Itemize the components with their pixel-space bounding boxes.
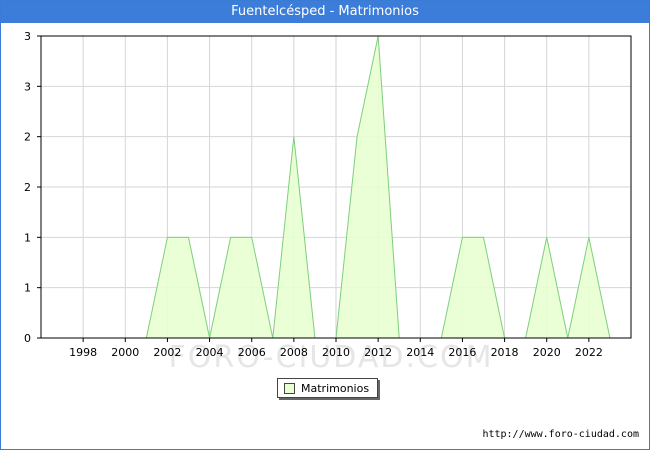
chart-frame: Fuentelcésped - Matrimonios FORO-CIUDAD.… [0, 0, 650, 450]
x-tick-label: 1998 [69, 346, 97, 359]
y-tick-label: 0 [24, 332, 31, 345]
x-tick-label: 2014 [406, 346, 434, 359]
y-tick-label: 1 [24, 231, 31, 244]
y-tick-label: 2 [24, 181, 31, 194]
x-tick-label: 2016 [448, 346, 476, 359]
x-axis: 1998 2000 2002 2004 2006 2008 2010 2012 2014 2016… [69, 338, 603, 359]
y-tick-label: 2 [24, 131, 31, 144]
x-tick-label: 2012 [364, 346, 392, 359]
y-tick-label: 3 [24, 80, 31, 93]
x-tick-label: 2018 [491, 346, 519, 359]
y-axis: 0 1 1 2 2 3 3 [24, 30, 41, 345]
x-tick-label: 2020 [533, 346, 561, 359]
legend-label: Matrimonios [301, 381, 370, 395]
x-tick-label: 2004 [196, 346, 224, 359]
legend: Matrimonios [277, 378, 379, 398]
credit-url: http://www.foro-ciudad.com [482, 429, 639, 440]
y-tick-label: 3 [24, 30, 31, 43]
x-tick-label: 2006 [238, 346, 266, 359]
x-tick-label: 2008 [280, 346, 308, 359]
x-tick-label: 2002 [153, 346, 181, 359]
y-tick-label: 1 [24, 282, 31, 295]
x-tick-label: 2000 [111, 346, 139, 359]
x-tick-label: 2010 [322, 346, 350, 359]
legend-swatch [284, 382, 295, 394]
x-tick-label: 2022 [575, 346, 603, 359]
